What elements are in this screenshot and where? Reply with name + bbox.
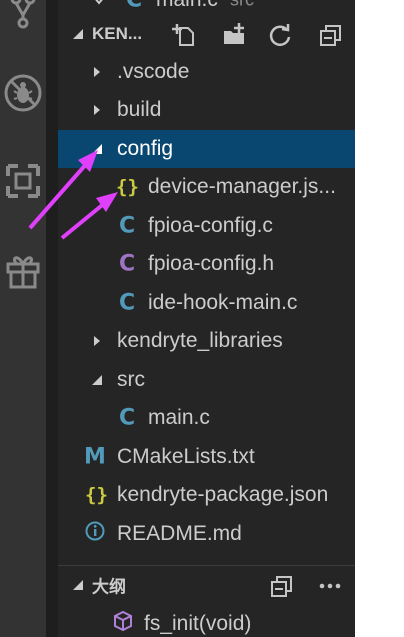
- explorer-section-title: KEN...: [92, 24, 143, 43]
- h-file-icon: C: [119, 251, 136, 277]
- collapse-all-icon[interactable]: [318, 22, 344, 48]
- tree-folder-kendryte-libraries[interactable]: kendryte_libraries: [58, 322, 355, 360]
- tree-file-ide-hook-main-c[interactable]: C ide-hook-main.c: [58, 284, 355, 322]
- tree-file-kendryte-package-json[interactable]: {} kendryte-package.json: [58, 476, 355, 514]
- tree-row-label: CMakeLists.txt: [117, 445, 255, 468]
- tree-row-label: README.md: [117, 522, 242, 545]
- function-cube-icon: [112, 610, 134, 637]
- c-file-icon: C: [119, 290, 136, 316]
- info-icon: [85, 521, 105, 547]
- more-icon[interactable]: [317, 573, 343, 599]
- tree-row-label: fpioa-config.h: [148, 252, 275, 275]
- explorer-sidebar: C main.c src KEN...: [58, 0, 355, 637]
- tree-file-fpioa-config-c[interactable]: C fpioa-config.c: [58, 207, 355, 245]
- chevron-expanded-icon: [90, 373, 104, 387]
- cmake-file-icon: M: [84, 444, 106, 470]
- explorer-section-header[interactable]: KEN...: [58, 15, 355, 53]
- collapse-all-icon[interactable]: [269, 573, 295, 599]
- tree-row-label: kendryte-package.json: [117, 483, 329, 506]
- tree-row-label: device-manager.js...: [148, 175, 336, 198]
- new-folder-icon[interactable]: [221, 22, 247, 48]
- json-file-icon: {}: [116, 176, 139, 198]
- tree-folder-config[interactable]: config: [58, 130, 355, 168]
- tree-row-label: ide-hook-main.c: [148, 291, 298, 314]
- remote-icon[interactable]: [0, 156, 46, 206]
- tree-row-description: src: [230, 0, 254, 11]
- refresh-icon[interactable]: [267, 22, 293, 48]
- chevron-right-icon: [90, 65, 104, 79]
- outline-section-header[interactable]: 大纲: [58, 566, 355, 604]
- activity-bar: [0, 0, 46, 637]
- tree-folder-vscode[interactable]: .vscode: [58, 53, 355, 91]
- tree-row-label: main.c: [156, 0, 218, 12]
- tree-row-label: fpioa-config.c: [148, 214, 273, 237]
- outline-item-label: fs_init(void): [144, 612, 252, 635]
- tree-row-label: main.c: [148, 406, 210, 429]
- tree-file-device-manager-json[interactable]: {} device-manager.js...: [58, 168, 355, 206]
- tree-folder-src[interactable]: src: [58, 361, 355, 399]
- source-control-icon[interactable]: [0, 0, 46, 38]
- tree-file-main-c[interactable]: C main.c: [58, 399, 355, 437]
- tree-folder-build[interactable]: build: [58, 91, 355, 129]
- tree-file-fpioa-config-h[interactable]: C fpioa-config.h: [58, 245, 355, 283]
- chevron-down-icon: [92, 0, 106, 7]
- c-file-icon: C: [126, 0, 143, 13]
- extensions-gift-icon[interactable]: [0, 245, 46, 295]
- section-expanded-icon: [71, 27, 85, 41]
- tree-file-readme[interactable]: README.md: [58, 515, 355, 553]
- chevron-expanded-icon: [90, 142, 104, 156]
- chevron-right-icon: [90, 334, 104, 348]
- right-edge-area: [355, 0, 404, 637]
- c-file-icon: C: [119, 405, 136, 431]
- new-file-icon[interactable]: [171, 22, 197, 48]
- chevron-right-icon: [90, 103, 104, 117]
- tree-row-label: .vscode: [117, 60, 190, 83]
- c-file-icon: C: [119, 213, 136, 239]
- outline-item[interactable]: fs_init(void): [58, 605, 355, 637]
- json-file-icon: {}: [85, 484, 108, 506]
- tree-row-label: src: [117, 368, 145, 391]
- outline-section-title: 大纲: [92, 577, 126, 597]
- tree-file-cmakelists[interactable]: M CMakeLists.txt: [58, 438, 355, 476]
- tree-row-label: build: [117, 98, 162, 121]
- section-expanded-icon: [71, 578, 85, 592]
- debug-icon[interactable]: [0, 68, 46, 118]
- tree-row-label: config: [117, 137, 174, 160]
- tree-row-label: kendryte_libraries: [117, 329, 283, 352]
